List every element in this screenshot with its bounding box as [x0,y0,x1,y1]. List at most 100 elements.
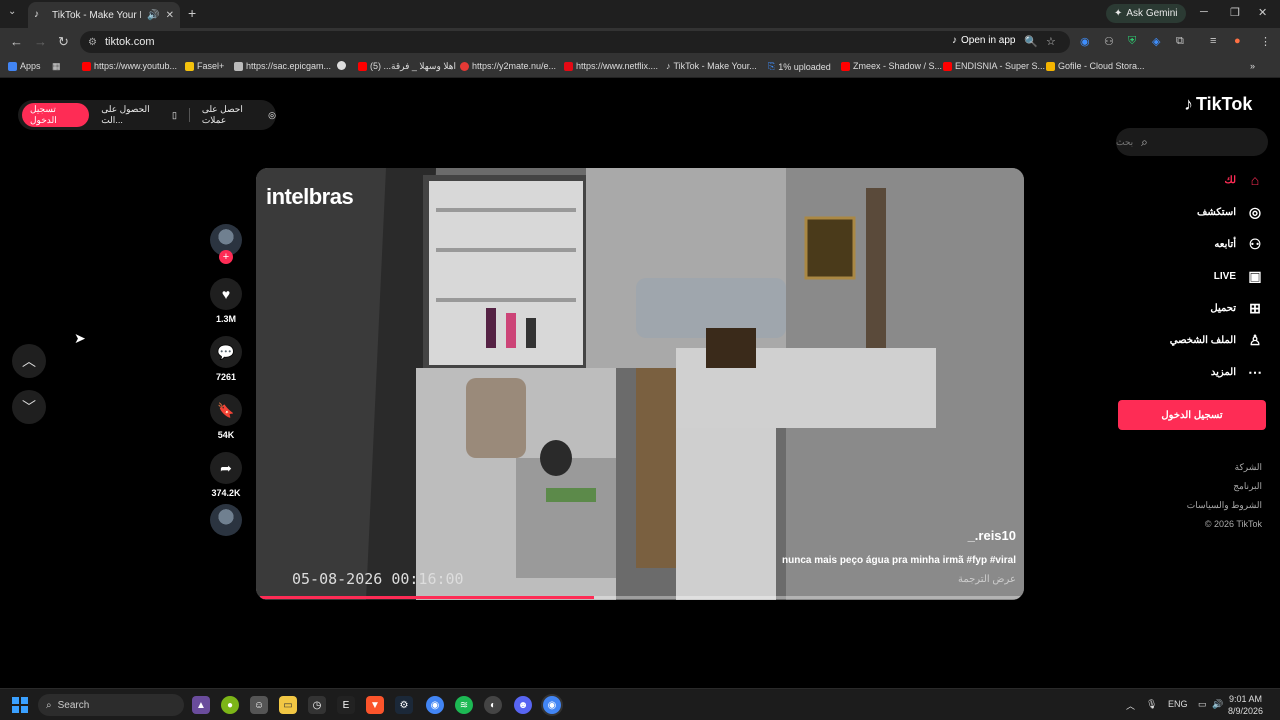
nav-explore[interactable]: استكشف ◎ [1140,200,1264,224]
discord-icon[interactable]: ☻ [514,696,532,714]
taskbar-app-icon[interactable]: ◐ [484,696,502,714]
comment-action[interactable]: 💬 7261 [204,336,248,382]
next-video-button[interactable]: ﹀ [12,390,46,424]
share-icon[interactable]: ➦ [210,452,242,484]
close-window-icon[interactable]: ✕ [1258,6,1267,19]
extension-icon[interactable]: ◈ [1152,35,1160,48]
volume-icon[interactable]: 🔊 [1212,699,1223,710]
spotify-icon[interactable]: ≋ [455,696,473,714]
bookmark-item[interactable]: https://www.netflix.... [564,61,658,71]
extensions-puzzle-icon[interactable]: ⧉ [1176,35,1184,48]
taskbar-search[interactable]: ⌕ Search [38,694,184,716]
nav-upload[interactable]: تحميل ⊞ [1140,296,1264,320]
restore-icon[interactable]: ❐ [1230,6,1240,19]
get-app-button[interactable]: الحصول على الت... ▯ [101,104,177,126]
nav-following[interactable]: أتابعه ⚇ [1140,232,1264,256]
video-author[interactable]: _.reis10 [968,528,1016,543]
steam-icon[interactable]: ⚙ [395,696,413,714]
heart-icon[interactable]: ♥ [210,278,242,310]
bookmark-item[interactable]: Zmeex - Shadow / S... [841,61,942,71]
tiktok-logo[interactable]: ♪ TikTok [1184,94,1252,115]
taskbar-app-icon[interactable]: ● [221,696,239,714]
gemini-icon: ✦ [1114,8,1123,19]
microphone-icon[interactable]: 🎙 [1146,699,1157,710]
back-icon[interactable]: ← [10,34,23,49]
footer-terms-link[interactable]: الشروط والسياسات [1187,500,1262,511]
comment-icon[interactable]: 💬 [210,336,242,368]
minimize-icon[interactable]: ─ [1200,6,1208,18]
ask-gemini-button[interactable]: ✦ Ask Gemini [1106,4,1186,23]
file-explorer-icon[interactable]: ▭ [279,696,297,714]
tab-tiktok[interactable]: ♪ TikTok - Make Your Day 🔊 ✕ [28,2,180,28]
bookmark-item[interactable]: https://www.youtub... [82,61,177,71]
extension-icon[interactable]: ◉ [1080,35,1090,48]
bookmark-apps[interactable]: Apps [8,61,41,71]
address-bar[interactable]: ⚙ tiktok.com [80,31,1070,53]
bookmark-item[interactable]: ♪ TikTok - Make Your... [666,61,757,71]
reload-icon[interactable]: ↻ [58,34,69,50]
video-progress-bar[interactable] [260,596,1020,599]
previous-video-button[interactable]: ︿ [12,344,46,378]
bookmark-item[interactable]: ⎘ 1% uploaded [768,61,831,72]
nav-more[interactable]: المزيد ⋯ [1140,360,1264,384]
taskbar-clock[interactable]: 9:01 AM 8/9/2026 [1228,693,1263,717]
bookmark-item[interactable]: https://y2mate.nu/e... [460,61,556,71]
bookmark-grid[interactable]: ▦ [52,61,61,72]
video-player[interactable]: intelbras 05-08-2026 00:16:00 _.reis10 n… [256,168,1024,600]
new-tab-icon[interactable]: + [188,5,196,21]
see-translation-link[interactable]: عرض الترجمة [958,574,1016,585]
tiktok-note-icon: ♪ [1184,94,1193,114]
profile-avatar-icon[interactable]: ● [1234,35,1241,47]
taskbar-app-icon[interactable]: ☺ [250,696,268,714]
chrome-icon[interactable]: ◉ [426,696,444,714]
bookmark-item[interactable]: اهلا وسهلا _ فرقة... (5) [358,61,456,72]
open-in-app-button[interactable]: ♪ Open in app [946,32,1022,48]
bookmark-icon[interactable]: 🔖 [210,394,242,426]
bookmark-item[interactable]: Fasel+ [185,61,224,71]
epic-games-icon[interactable]: E [337,696,355,714]
reading-list-icon[interactable]: ≡ [1210,35,1216,47]
get-coins-button[interactable]: احصل على عملات ◎ [202,104,276,126]
bookmark-item[interactable]: ENDISNIA - Super S... [943,61,1045,71]
network-icon[interactable]: ▭ [1198,699,1207,710]
close-tab-icon[interactable]: ✕ [166,10,174,21]
bookmark-label: https://www.youtub... [94,61,178,71]
sound-avatar[interactable] [210,504,242,536]
taskbar-app-icon[interactable]: ▲ [192,696,210,714]
tab-search-icon[interactable]: ⌄ [8,6,16,17]
bookmark-item[interactable]: Gofile - Cloud Stora... [1046,61,1145,71]
chrome-active-icon[interactable]: ◉ [543,696,561,714]
language-indicator[interactable]: ENG [1168,699,1188,709]
search-icon[interactable]: ⌕ [1141,135,1148,150]
footer-program-link[interactable]: البرنامج [1233,481,1262,492]
nav-for-you[interactable]: لك ⌂ [1140,168,1264,192]
nav-profile[interactable]: الملف الشخصي ♙ [1140,328,1264,352]
nav-live[interactable]: LIVE ▣ [1140,264,1264,288]
audio-icon[interactable]: 🔊 [147,10,159,21]
clock-app-icon[interactable]: ◷ [308,696,326,714]
footer-company-link[interactable]: الشركة [1235,462,1262,473]
sidebar-login-button[interactable]: تسجيل الدخول [1118,400,1266,430]
brave-icon[interactable]: ▼ [366,696,384,714]
author-avatar[interactable]: + [210,224,242,264]
extension-icon[interactable]: ⚇ [1104,35,1114,48]
search-input[interactable]: ⌕ بحث [1116,128,1268,156]
share-action[interactable]: ➦ 374.2K [204,452,248,498]
save-action[interactable]: 🔖 54K [204,394,248,440]
bookmark-item[interactable] [337,61,346,70]
forward-icon[interactable]: → [34,34,47,49]
tray-overflow-icon[interactable]: ︿ [1126,699,1135,712]
site-info-icon[interactable]: ⚙ [88,37,97,48]
windows-start-icon[interactable] [12,697,28,713]
bookmark-star-icon[interactable]: ☆ [1046,35,1056,48]
nav-label: استكشف [1197,206,1236,218]
gofile-icon [1046,61,1055,71]
shield-extension-icon[interactable]: ⛨ [1128,35,1136,48]
follow-plus-icon[interactable]: + [219,250,233,264]
bookmark-item[interactable]: https://sac.epicgam... [234,61,331,71]
like-action[interactable]: ♥ 1.3M [204,278,248,324]
chrome-menu-icon[interactable]: ⋮ [1260,35,1271,48]
login-pill-button[interactable]: تسجيل الدخول [22,103,90,127]
zoom-icon[interactable]: 🔍 [1024,35,1038,48]
bookmarks-overflow-icon[interactable]: » [1250,61,1255,71]
